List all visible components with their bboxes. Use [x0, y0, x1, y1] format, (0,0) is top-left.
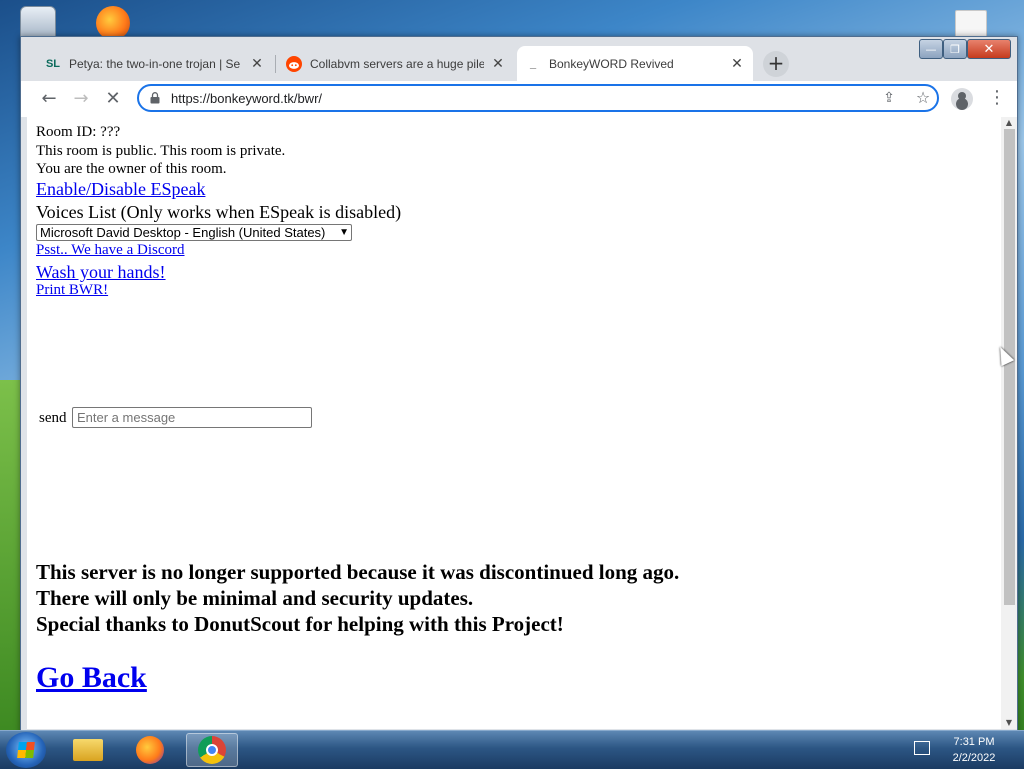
- forward-arrow-icon[interactable]: →: [69, 87, 93, 111]
- address-bar[interactable]: https://bonkeyword.tk/bwr/ ⇪ ☆: [137, 84, 939, 112]
- tab-petya[interactable]: SL Petya: the two-in-one trojan | Se ✕: [37, 46, 273, 81]
- share-icon[interactable]: ⇪: [877, 86, 901, 110]
- notice-line-1: This server is no longer supported becau…: [36, 560, 680, 584]
- maximize-button[interactable]: ❐: [943, 39, 967, 59]
- voices-label: Voices List (Only works when ESpeak is d…: [36, 202, 402, 222]
- espeak-toggle-link[interactable]: Enable/Disable ESpeak: [36, 179, 205, 200]
- go-back-link[interactable]: Go Back: [36, 661, 147, 695]
- firefox-desktop-icon[interactable]: [96, 6, 130, 40]
- taskbar: 7:31 PM 2/2/2022: [0, 730, 1024, 769]
- tab-title: Collabvm servers are a huge pile: [310, 56, 484, 71]
- voice-select[interactable]: Microsoft David Desktop - English (Unite…: [36, 224, 352, 241]
- chevron-down-icon: ▼: [339, 227, 349, 238]
- loading-icon: _: [529, 57, 537, 70]
- discord-link[interactable]: Psst.. We have a Discord: [36, 242, 185, 259]
- tab-bonkeyword[interactable]: _ BonkeyWORD Revived ✕: [517, 46, 753, 81]
- tab-strip: SL Petya: the two-in-one trojan | Se ✕ C…: [21, 37, 1017, 81]
- tab-collabvm[interactable]: Collabvm servers are a huge pile ✕: [278, 46, 514, 81]
- new-tab-button[interactable]: +: [763, 51, 789, 77]
- room-owner: You are the owner of this room.: [36, 161, 227, 177]
- taskbar-firefox[interactable]: [124, 733, 176, 767]
- taskbar-clock[interactable]: 7:31 PM 2/2/2022: [944, 734, 1004, 766]
- room-privacy: This room is public. This room is privat…: [36, 143, 286, 159]
- browser-window: SL Petya: the two-in-one trojan | Se ✕ C…: [20, 36, 1018, 736]
- chrome-icon: [198, 736, 226, 764]
- start-button[interactable]: [6, 732, 46, 768]
- scrollbar-thumb[interactable]: [1004, 129, 1015, 605]
- minimize-button[interactable]: —: [919, 39, 943, 59]
- menu-kebab-icon[interactable]: ⋮: [985, 87, 1009, 111]
- tab-separator: [275, 55, 276, 73]
- tab-close-icon[interactable]: ✕: [729, 55, 745, 72]
- securelist-favicon-icon: SL: [45, 57, 61, 70]
- stop-loading-icon[interactable]: ✕: [101, 87, 125, 111]
- notice-line-2: There will only be minimal and security …: [36, 586, 474, 610]
- taskbar-chrome[interactable]: [186, 733, 238, 767]
- notice-line-3: Special thanks to DonutScout for helping…: [36, 612, 564, 636]
- folder-icon: [73, 739, 103, 761]
- browser-toolbar: ← → ✕ https://bonkeyword.tk/bwr/ ⇪ ☆ ⋮: [21, 81, 1017, 117]
- reddit-icon: [286, 55, 302, 72]
- back-arrow-icon[interactable]: ←: [37, 87, 61, 111]
- firefox-icon: [136, 736, 164, 764]
- voice-selected-value: Microsoft David Desktop - English (Unite…: [40, 225, 326, 240]
- print-bwr-link[interactable]: Print BWR!: [36, 282, 108, 299]
- clock-date: 2/2/2022: [952, 752, 996, 764]
- window-close-button[interactable]: ✕: [967, 39, 1011, 59]
- tab-close-icon[interactable]: ✕: [490, 55, 506, 72]
- wash-hands-link[interactable]: Wash your hands!: [36, 262, 166, 283]
- network-icon[interactable]: [914, 741, 930, 755]
- room-id: Room ID: ???: [36, 124, 121, 140]
- url-text[interactable]: https://bonkeyword.tk/bwr/: [171, 91, 322, 106]
- clock-time: 7:31 PM: [953, 736, 995, 748]
- tab-title: Petya: the two-in-one trojan | Se: [69, 56, 241, 71]
- page-scrollbar[interactable]: ▲ ▼: [1001, 117, 1017, 729]
- page-content: Room ID: ??? This room is public. This r…: [27, 117, 1001, 729]
- message-input[interactable]: [72, 407, 312, 428]
- lock-icon[interactable]: [149, 92, 161, 104]
- scroll-up-icon[interactable]: ▲: [1001, 117, 1017, 129]
- scroll-down-icon[interactable]: ▼: [1001, 717, 1017, 729]
- taskbar-explorer[interactable]: [62, 733, 114, 767]
- send-label[interactable]: send: [39, 410, 67, 427]
- tab-title: BonkeyWORD Revived: [549, 56, 674, 71]
- bookmark-star-icon[interactable]: ☆: [911, 86, 935, 110]
- profile-avatar-icon[interactable]: [951, 88, 973, 110]
- tab-close-icon[interactable]: ✕: [249, 55, 265, 72]
